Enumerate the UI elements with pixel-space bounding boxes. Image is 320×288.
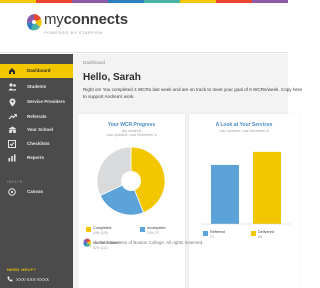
sidebar-item-label: Reports	[27, 155, 45, 161]
canvas-icon	[7, 187, 17, 197]
legend-swatch	[251, 231, 256, 236]
legend-item-incomplete: Incomplete 24% 2/7	[140, 226, 166, 235]
sidebar-item-label: Checklists	[27, 141, 50, 147]
legend-swatch	[140, 227, 145, 232]
donut-hole	[121, 171, 141, 191]
sidebar-section-label: INVITE	[7, 179, 23, 184]
services-subtitle: Last updated: Last November 6	[218, 129, 270, 133]
copyright-text: © 2018 Trustees of Boston College. All r…	[94, 240, 204, 245]
legend-value: 24% 2/7	[147, 231, 160, 235]
school-icon	[7, 125, 17, 135]
logo-tagline: POWERED BY STARFISH	[44, 30, 104, 35]
legend-value: 44% (1/3)	[93, 231, 108, 235]
sidebar-nav: Dashboard Students Service Providers Ref…	[0, 54, 73, 288]
legend-label: Completed	[93, 226, 112, 230]
sidebar-item-label: Dashboard	[27, 68, 51, 74]
help-phone[interactable]: XXX-XXX-XXXX	[7, 276, 49, 282]
sidebar-item-reports[interactable]: Reports	[0, 152, 73, 164]
main-content: Dashboard Hello, Sarah Right on! You com…	[73, 54, 302, 288]
page-footer: © 2018 Trustees of Boston College. All r…	[83, 238, 203, 247]
sidebar-item-label: Referrals	[27, 114, 47, 120]
app-header: myconnects POWERED BY STARFISH	[0, 3, 288, 53]
sidebar-item-label: Canvas	[27, 189, 44, 195]
checklist-icon	[7, 139, 17, 149]
logo-wordmark: myconnects	[44, 11, 128, 28]
services-card: A Look at Your Services Last updated: La…	[189, 114, 299, 288]
wcr-progress-title: Your WCR Progress	[107, 122, 156, 128]
legend-item-completed: Completed 44% (1/3)	[86, 226, 111, 235]
people-icon	[7, 82, 17, 92]
sidebar-item-referrals[interactable]: Referrals	[0, 111, 73, 123]
map-pin-icon	[7, 97, 17, 107]
legend-label: Referred	[210, 230, 225, 234]
progress-message-line-2: to support Andrea's work.	[83, 94, 135, 99]
logo-word-regular: my	[44, 11, 64, 28]
sidebar-item-checklists[interactable]: Checklists	[0, 138, 73, 150]
legend-value: 72	[210, 235, 214, 239]
home-icon	[7, 66, 17, 76]
sidebar-item-canvas[interactable]: Canvas	[0, 186, 73, 198]
services-bar-chart	[201, 151, 291, 225]
page-title: Hello, Sarah	[83, 72, 141, 83]
phone-icon	[7, 276, 13, 282]
referrals-icon	[7, 112, 17, 122]
legend-value: 88	[258, 235, 262, 239]
pinwheel-logo-icon	[26, 14, 42, 31]
legend-swatch	[86, 227, 91, 232]
legend-item-referred: Referred 72	[203, 230, 225, 239]
wcr-progress-card: Your WCR Progress (by student) Last upda…	[78, 114, 185, 288]
legend-label: Delivered	[258, 230, 275, 234]
sidebar-item-your-school[interactable]: Your School	[0, 124, 73, 136]
breadcrumb[interactable]: Dashboard	[83, 60, 105, 65]
sidebar-item-label: Your School	[27, 127, 54, 133]
logo-word-bold: connects	[63, 11, 128, 28]
myconnects-logo[interactable]: myconnects POWERED BY STARFISH	[26, 11, 136, 47]
sidebar-item-students[interactable]: Students	[0, 81, 73, 93]
help-phone-number: XXX-XXX-XXXX	[16, 276, 50, 282]
need-help-label: NEED HELP?	[7, 267, 37, 272]
legend-swatch	[203, 231, 208, 236]
progress-message: Right on! You completed 4 WCRs last week…	[83, 86, 303, 100]
sidebar-item-label: Service Providers	[27, 99, 66, 105]
bar-delivered	[253, 151, 281, 224]
progress-message-line-1: Right on! You completed 4 WCRs last week…	[83, 87, 303, 92]
bar-referred	[211, 164, 239, 224]
sidebar-item-label: Students	[27, 84, 47, 90]
sidebar-item-dashboard[interactable]: Dashboard	[0, 64, 73, 78]
legend-label: Incomplete	[147, 226, 166, 230]
bar-chart-icon	[7, 153, 17, 163]
services-title: A Look at Your Services	[215, 122, 273, 128]
sidebar-item-service-providers[interactable]: Service Providers	[0, 94, 73, 110]
pinwheel-footer-icon	[83, 238, 91, 247]
wcr-progress-pie-chart	[96, 146, 166, 216]
legend-item-delivered: Delivered 88	[251, 230, 274, 239]
